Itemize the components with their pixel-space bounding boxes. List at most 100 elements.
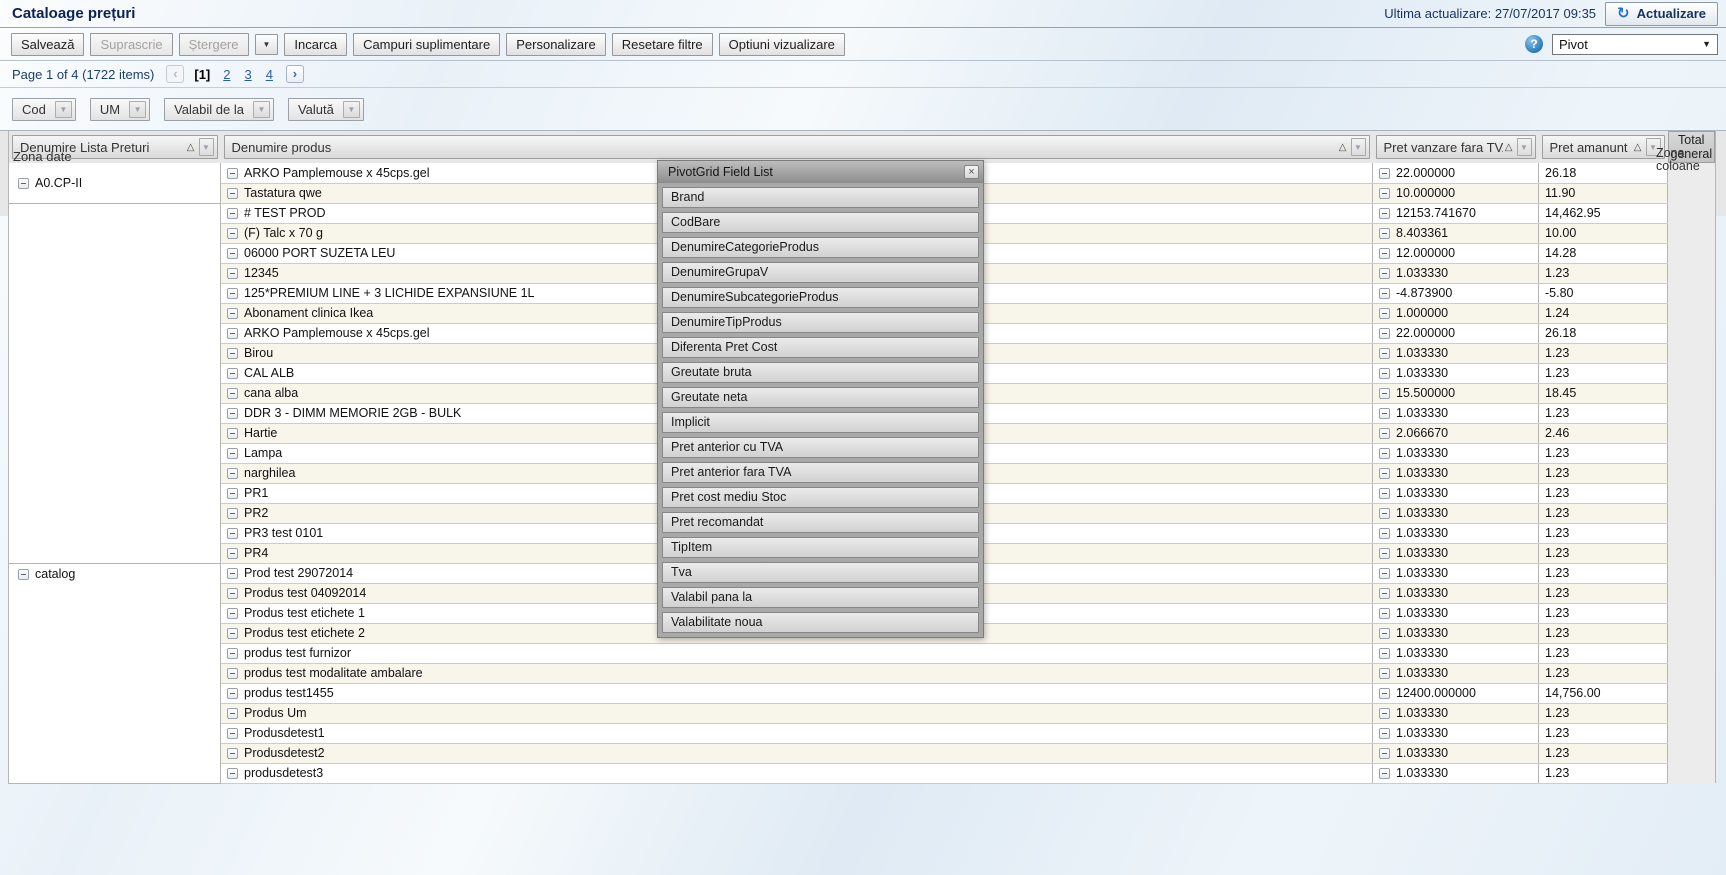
collapse-icon[interactable] [227,508,238,519]
collapse-icon[interactable] [1379,188,1390,199]
collapse-icon[interactable] [1379,408,1390,419]
collapse-icon[interactable] [227,568,238,579]
product-cell[interactable]: Produsdetest1 [221,723,1373,743]
product-cell[interactable]: produs test furnizor [221,643,1373,663]
filter-chip-um[interactable]: UM▼ [90,98,150,121]
field-list-item-tipitem[interactable]: TipItem [662,537,979,558]
field-list-item-denumirecategorieprodus[interactable]: DenumireCategorieProdus [662,237,979,258]
collapse-icon[interactable] [1379,288,1390,299]
collapse-icon[interactable] [227,728,238,739]
collapse-icon[interactable] [1379,248,1390,259]
collapse-icon[interactable] [1379,588,1390,599]
dialog-close-icon[interactable]: × [964,165,979,179]
collapse-icon[interactable] [1379,168,1390,179]
collapse-icon[interactable] [1379,748,1390,759]
filter-dropdown-icon[interactable]: ▼ [253,101,270,118]
collapse-icon[interactable] [1379,208,1390,219]
header-filter-icon[interactable]: ▼ [199,138,214,156]
collapse-icon[interactable] [1379,388,1390,399]
collapse-icon[interactable] [227,248,238,259]
collapse-icon[interactable] [1379,488,1390,499]
filter-chip-cod[interactable]: Cod▼ [12,98,76,121]
collapse-icon[interactable] [1379,548,1390,559]
collapse-icon[interactable] [1379,268,1390,279]
collapse-icon[interactable] [227,428,238,439]
collapse-icon[interactable] [227,288,238,299]
collapse-icon[interactable] [1379,428,1390,439]
page-link-4[interactable]: 4 [266,67,273,82]
field-list-item-denumiretipprodus[interactable]: DenumireTipProdus [662,312,979,333]
collapse-icon[interactable] [18,178,29,189]
collapse-icon[interactable] [1379,568,1390,579]
filter-chip-valabil-de-la[interactable]: Valabil de la▼ [164,98,274,121]
collapse-icon[interactable] [227,648,238,659]
toolbar-button-incarca[interactable]: Incarca [284,33,347,56]
collapse-icon[interactable] [227,588,238,599]
header-filter-icon[interactable]: ▼ [1517,138,1532,156]
collapse-icon[interactable] [227,328,238,339]
collapse-icon[interactable] [1379,688,1390,699]
collapse-icon[interactable] [227,768,238,779]
product-cell[interactable]: Produsdetest2 [221,743,1373,763]
collapse-icon[interactable] [227,168,238,179]
filter-chip-valut[interactable]: Valută▼ [288,98,364,121]
collapse-icon[interactable] [227,408,238,419]
collapse-icon[interactable] [227,268,238,279]
field-list-item-pret-anterior-fara-tva[interactable]: Pret anterior fara TVA [662,462,979,483]
toolbar-button-suprascrie[interactable]: Suprascrie [90,33,172,56]
next-page-button[interactable]: › [286,65,304,83]
collapse-icon[interactable] [227,348,238,359]
field-list-item-pret-cost-mediu-stoc[interactable]: Pret cost mediu Stoc [662,487,979,508]
toolbar-button-optiuni-vizualizare[interactable]: Optiuni vizualizare [719,33,845,56]
collapse-icon[interactable] [1379,448,1390,459]
collapse-icon[interactable] [1379,228,1390,239]
field-list-item-denumiresubcategorieprodus[interactable]: DenumireSubcategorieProdus [662,287,979,308]
collapse-icon[interactable] [227,388,238,399]
field-list-item-pret-anterior-cu-tva[interactable]: Pret anterior cu TVA [662,437,979,458]
collapse-icon[interactable] [1379,468,1390,479]
column-header-pret-amanunt[interactable]: Pret amanunt△▼ [1542,135,1665,159]
toolbar-button-campuri-suplimentare[interactable]: Campuri suplimentare [353,33,500,56]
collapse-icon[interactable] [227,448,238,459]
collapse-icon[interactable] [1379,528,1390,539]
collapse-icon[interactable] [227,468,238,479]
field-list-item-brand[interactable]: Brand [662,187,979,208]
collapse-icon[interactable] [227,488,238,499]
toolbar-dropdown-button[interactable]: ▼ [255,34,279,55]
collapse-icon[interactable] [227,608,238,619]
field-list-item-valabilitate-noua[interactable]: Valabilitate noua [662,612,979,633]
collapse-icon[interactable] [227,308,238,319]
collapse-icon[interactable] [1379,608,1390,619]
product-cell[interactable]: produs test1455 [221,683,1373,703]
collapse-icon[interactable] [1379,308,1390,319]
collapse-icon[interactable] [1379,628,1390,639]
collapse-icon[interactable] [1379,328,1390,339]
collapse-icon[interactable] [227,628,238,639]
group-cell-blank[interactable] [9,203,221,563]
filter-dropdown-icon[interactable]: ▼ [343,101,360,118]
field-list-item-diferenta-pret-cost[interactable]: Diferenta Pret Cost [662,337,979,358]
group-cell-catalog[interactable]: catalog [9,563,221,783]
collapse-icon[interactable] [227,748,238,759]
toolbar-button-personalizare[interactable]: Personalizare [506,33,606,56]
collapse-icon[interactable] [227,188,238,199]
collapse-icon[interactable] [227,688,238,699]
field-list-item-denumiregrupav[interactable]: DenumireGrupaV [662,262,979,283]
collapse-icon[interactable] [227,708,238,719]
collapse-icon[interactable] [227,528,238,539]
product-cell[interactable]: produsdetest3 [221,763,1373,783]
field-list-item-codbare[interactable]: CodBare [662,212,979,233]
field-list-item-greutate-neta[interactable]: Greutate neta [662,387,979,408]
collapse-icon[interactable] [227,548,238,559]
product-cell[interactable]: Produs Um [221,703,1373,723]
collapse-icon[interactable] [1379,708,1390,719]
filter-dropdown-icon[interactable]: ▼ [129,101,146,118]
collapse-icon[interactable] [18,569,29,580]
page-link-3[interactable]: 3 [244,67,251,82]
collapse-icon[interactable] [1379,728,1390,739]
help-icon[interactable]: ? [1525,35,1543,53]
field-list-item-pret-recomandat[interactable]: Pret recomandat [662,512,979,533]
collapse-icon[interactable] [1379,648,1390,659]
refresh-button[interactable]: ↻ Actualizare [1605,2,1718,26]
collapse-icon[interactable] [227,668,238,679]
